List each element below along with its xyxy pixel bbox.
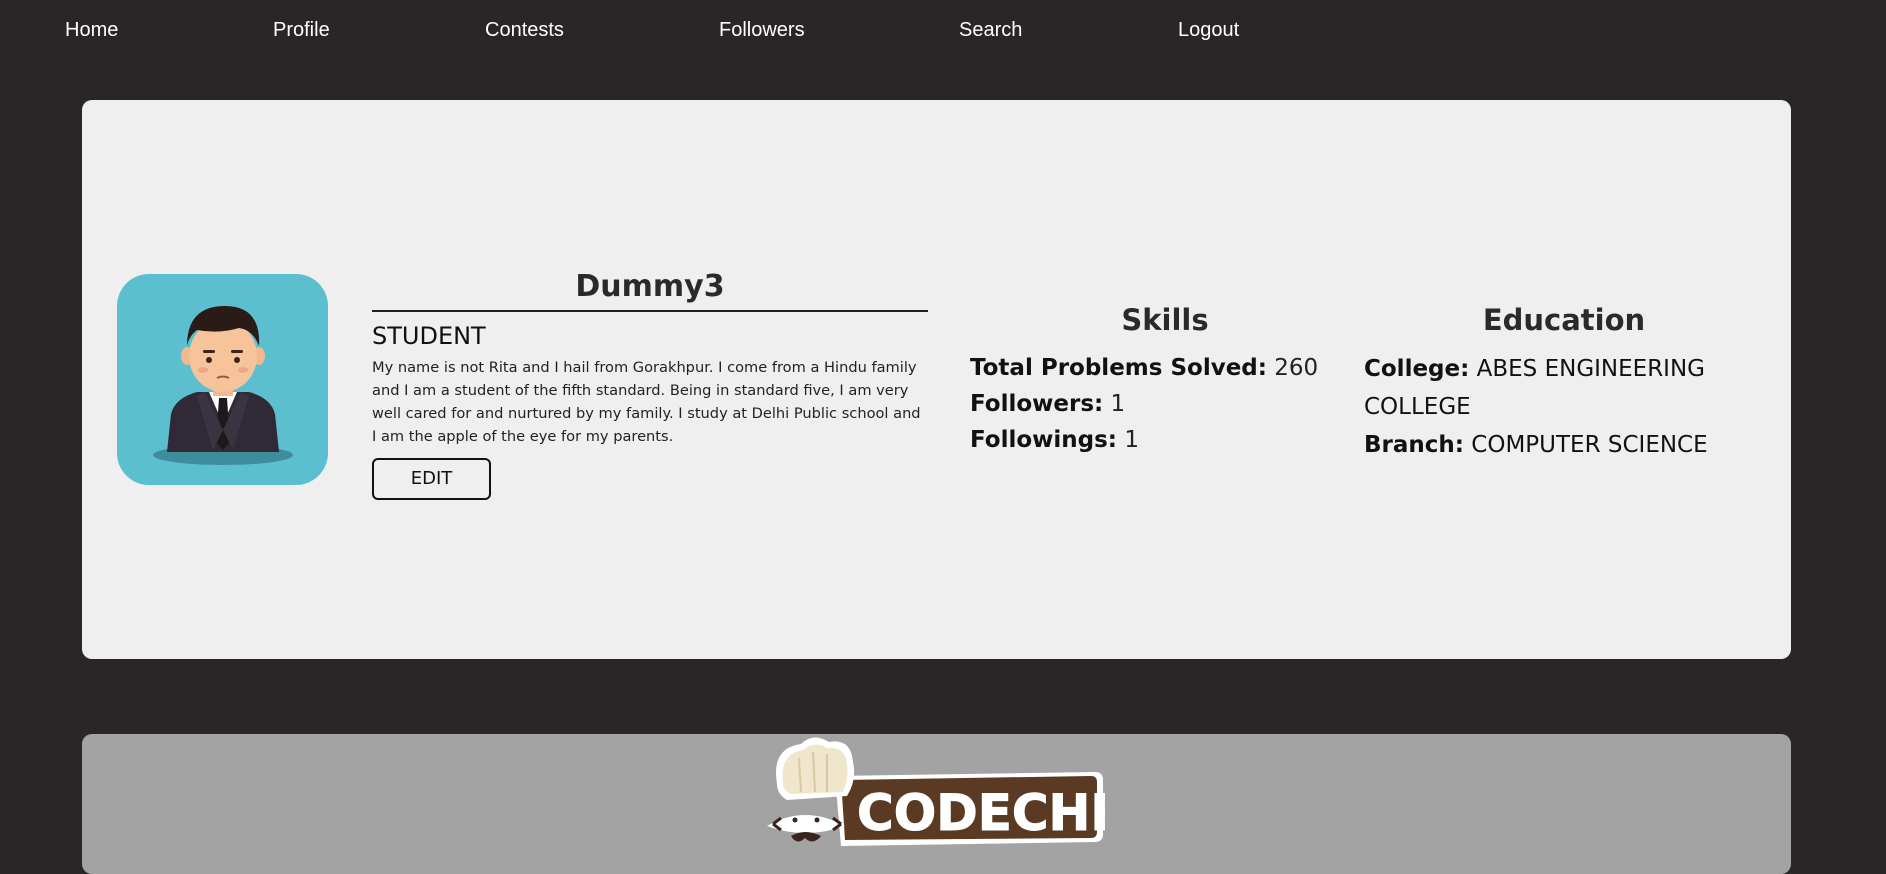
username-heading: Dummy3 bbox=[372, 268, 928, 312]
skills-section: Skills Total Problems Solved: 260 Follow… bbox=[970, 300, 1360, 458]
followers-label: Followers: bbox=[970, 391, 1104, 417]
followings-stat: Followings: 1 bbox=[970, 422, 1360, 458]
edit-profile-button[interactable]: EDIT bbox=[372, 458, 491, 500]
chef-hat-icon bbox=[767, 737, 855, 842]
nav-home-link[interactable]: Home bbox=[65, 19, 118, 42]
branch-line: Branch: COMPUTER SCIENCE bbox=[1364, 426, 1764, 464]
profile-card: Dummy3 STUDENT My name is not Rita and I… bbox=[82, 100, 1791, 659]
nav-contests-link[interactable]: Contests bbox=[485, 19, 564, 42]
problems-solved-stat: Total Problems Solved: 260 bbox=[970, 350, 1360, 386]
top-navbar: Home Profile Contests Followers Search L… bbox=[0, 0, 1886, 62]
nav-logout-link[interactable]: Logout bbox=[1178, 19, 1239, 42]
nav-search-link[interactable]: Search bbox=[959, 19, 1022, 42]
codechef-logo-text: CODECHEF bbox=[857, 784, 1105, 842]
branch-value: COMPUTER SCIENCE bbox=[1471, 432, 1708, 458]
followings-label: Followings: bbox=[970, 427, 1118, 453]
role-label: STUDENT bbox=[372, 322, 486, 350]
education-title: Education bbox=[1482, 303, 1646, 337]
bio-text: My name is not Rita and I hail from Gora… bbox=[372, 359, 921, 445]
problems-solved-label: Total Problems Solved: bbox=[970, 355, 1267, 381]
skills-title: Skills bbox=[1121, 303, 1209, 337]
user-avatar-icon bbox=[117, 274, 328, 485]
college-line: College: ABES ENGINEERING COLLEGE bbox=[1364, 350, 1764, 426]
followings-value: 1 bbox=[1124, 427, 1139, 453]
education-section: Education College: ABES ENGINEERING COLL… bbox=[1364, 300, 1764, 464]
bio-block: Dummy3 STUDENT My name is not Rita and I… bbox=[372, 268, 928, 500]
nav-profile-link[interactable]: Profile bbox=[273, 19, 330, 42]
nav-followers-link[interactable]: Followers bbox=[719, 19, 805, 42]
followers-stat: Followers: 1 bbox=[970, 386, 1360, 422]
branch-label: Branch: bbox=[1364, 432, 1464, 458]
college-label: College: bbox=[1364, 356, 1470, 382]
followers-value: 1 bbox=[1110, 391, 1126, 417]
problems-solved-value: 260 bbox=[1274, 355, 1319, 381]
codechef-logo[interactable]: CODECHEF bbox=[765, 734, 1159, 855]
footer-card: CODECHEF bbox=[82, 734, 1791, 874]
